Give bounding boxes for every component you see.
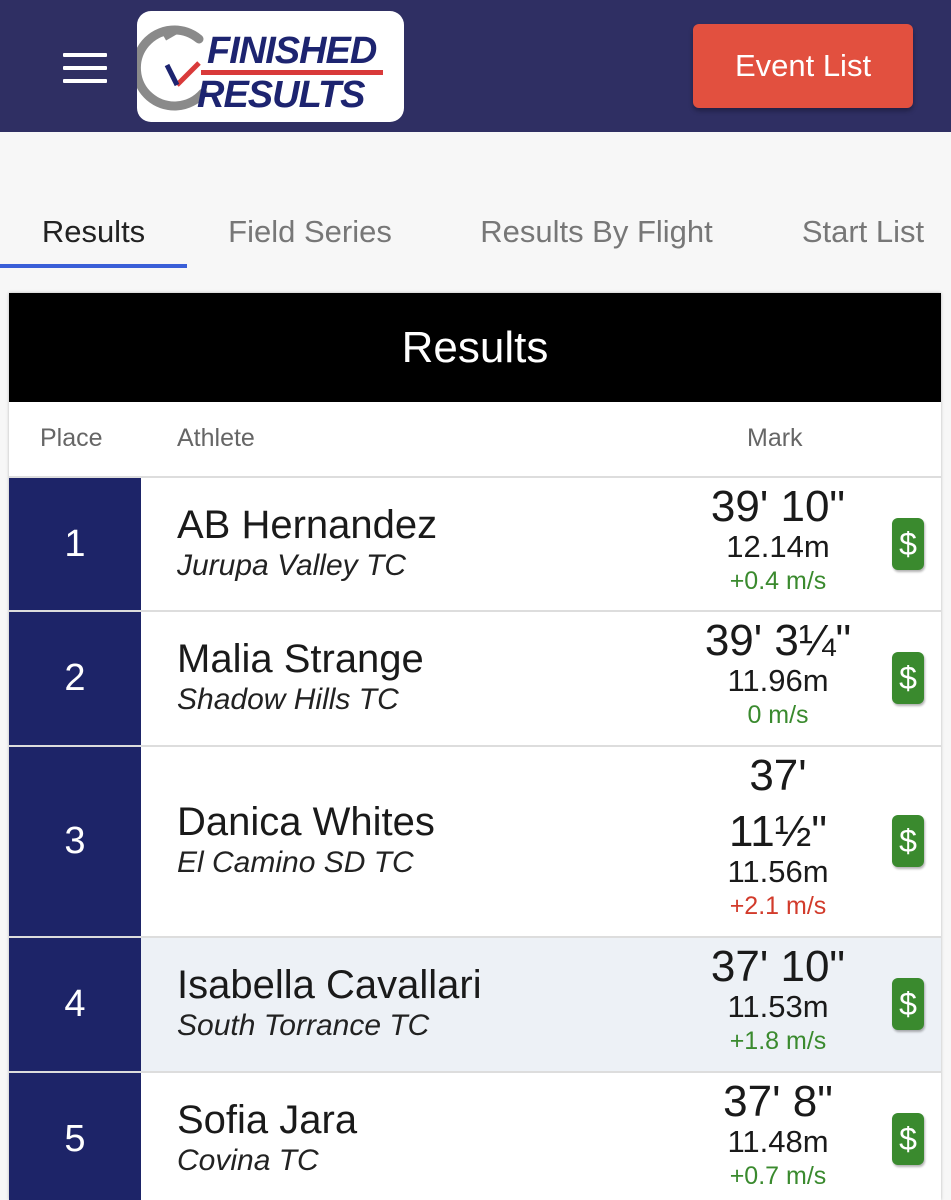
dollar-icon[interactable]: $ — [892, 815, 924, 867]
mark-metric: 11.96m — [727, 663, 829, 698]
finished-results-logo[interactable]: FINISHED RESULTS — [137, 11, 404, 122]
mark-cell: 39' 10" 12.14m +0.4 m/s — [685, 484, 871, 598]
wind-reading: +1.8 m/s — [729, 1027, 827, 1055]
athlete-info: AB Hernandez Jurupa Valley TC — [177, 502, 437, 584]
wind-reading: +0.7 m/s — [729, 1162, 827, 1190]
mark-imperial: 39' 3¼" — [704, 616, 852, 665]
athlete-info: Isabella Cavallari South Torrance TC — [177, 962, 482, 1044]
tab-start-list[interactable]: Start List — [778, 196, 948, 268]
result-row[interactable]: 5 Sofia Jara Covina TC 37' 8" 11.48m +0.… — [9, 1073, 941, 1200]
place-number: 4 — [9, 938, 141, 1071]
dollar-icon[interactable]: $ — [892, 1113, 924, 1165]
athlete-name[interactable]: Danica Whites — [177, 799, 435, 845]
athlete-name[interactable]: Sofia Jara — [177, 1097, 357, 1143]
athlete-team: Jurupa Valley TC — [177, 549, 406, 582]
logo-text-finished: FINISHED — [207, 30, 377, 72]
mark-imperial-inches: 11½" — [729, 807, 827, 856]
top-app-bar: FINISHED RESULTS Event List — [0, 0, 951, 132]
mark-imperial-feet: 37' — [749, 751, 807, 800]
athlete-team: El Camino SD TC — [177, 846, 414, 879]
mark-metric: 12.14m — [726, 529, 830, 564]
place-number: 5 — [9, 1073, 141, 1200]
athlete-name[interactable]: AB Hernandez — [177, 502, 437, 548]
athlete-name[interactable]: Isabella Cavallari — [177, 962, 482, 1008]
result-row[interactable]: 4 Isabella Cavallari South Torrance TC 3… — [9, 938, 941, 1073]
result-row[interactable]: 3 Danica Whites El Camino SD TC 37' 11½"… — [9, 747, 941, 938]
athlete-info: Sofia Jara Covina TC — [177, 1097, 357, 1179]
tab-results[interactable]: Results — [0, 196, 187, 268]
mark-cell: 37' 10" 11.53m +1.8 m/s — [685, 944, 871, 1058]
wind-reading: +2.1 m/s — [729, 892, 827, 920]
mark-imperial: 37' 10" — [710, 942, 846, 991]
dollar-icon[interactable]: $ — [892, 518, 924, 570]
tab-bar: Results Field Series Results By Flight S… — [0, 196, 951, 272]
hamburger-icon[interactable] — [63, 53, 107, 83]
event-list-button[interactable]: Event List — [693, 24, 913, 108]
athlete-info: Danica Whites El Camino SD TC — [177, 799, 435, 881]
place-number: 3 — [9, 747, 141, 936]
tab-field-series[interactable]: Field Series — [205, 196, 415, 268]
athlete-team: Covina TC — [177, 1144, 319, 1177]
mark-metric: 11.56m — [727, 854, 829, 889]
logo-text-results: RESULTS — [197, 74, 366, 116]
mark-metric: 11.48m — [727, 1124, 829, 1159]
mark-cell: 37' 11½" 11.56m +2.1 m/s — [685, 753, 871, 923]
athlete-info: Malia Strange Shadow Hills TC — [177, 636, 424, 718]
column-headers: Place Athlete Mark — [9, 402, 941, 478]
mark-imperial: 39' 10" — [710, 482, 846, 531]
dollar-icon[interactable]: $ — [892, 978, 924, 1030]
place-number: 1 — [9, 478, 141, 610]
athlete-name[interactable]: Malia Strange — [177, 636, 424, 682]
mark-metric: 11.53m — [727, 989, 829, 1024]
athlete-team: South Torrance TC — [177, 1009, 430, 1042]
mark-imperial: 37' 8" — [723, 1077, 833, 1126]
column-header-mark: Mark — [747, 424, 803, 452]
result-row[interactable]: 1 AB Hernandez Jurupa Valley TC 39' 10" … — [9, 478, 941, 612]
mark-cell: 39' 3¼" 11.96m 0 m/s — [685, 618, 871, 732]
column-header-athlete: Athlete — [177, 424, 255, 452]
results-title: Results — [9, 293, 941, 402]
results-card: Results Place Athlete Mark 1 AB Hernande… — [9, 293, 941, 1200]
wind-reading: 0 m/s — [747, 701, 809, 729]
result-row[interactable]: 2 Malia Strange Shadow Hills TC 39' 3¼" … — [9, 612, 941, 747]
place-number: 2 — [9, 612, 141, 745]
active-tab-indicator — [0, 264, 187, 268]
tab-results-by-flight[interactable]: Results By Flight — [455, 196, 738, 268]
mark-cell: 37' 8" 11.48m +0.7 m/s — [685, 1079, 871, 1193]
column-header-place: Place — [40, 424, 103, 452]
athlete-team: Shadow Hills TC — [177, 683, 399, 716]
wind-reading: +0.4 m/s — [729, 567, 827, 595]
dollar-icon[interactable]: $ — [892, 652, 924, 704]
